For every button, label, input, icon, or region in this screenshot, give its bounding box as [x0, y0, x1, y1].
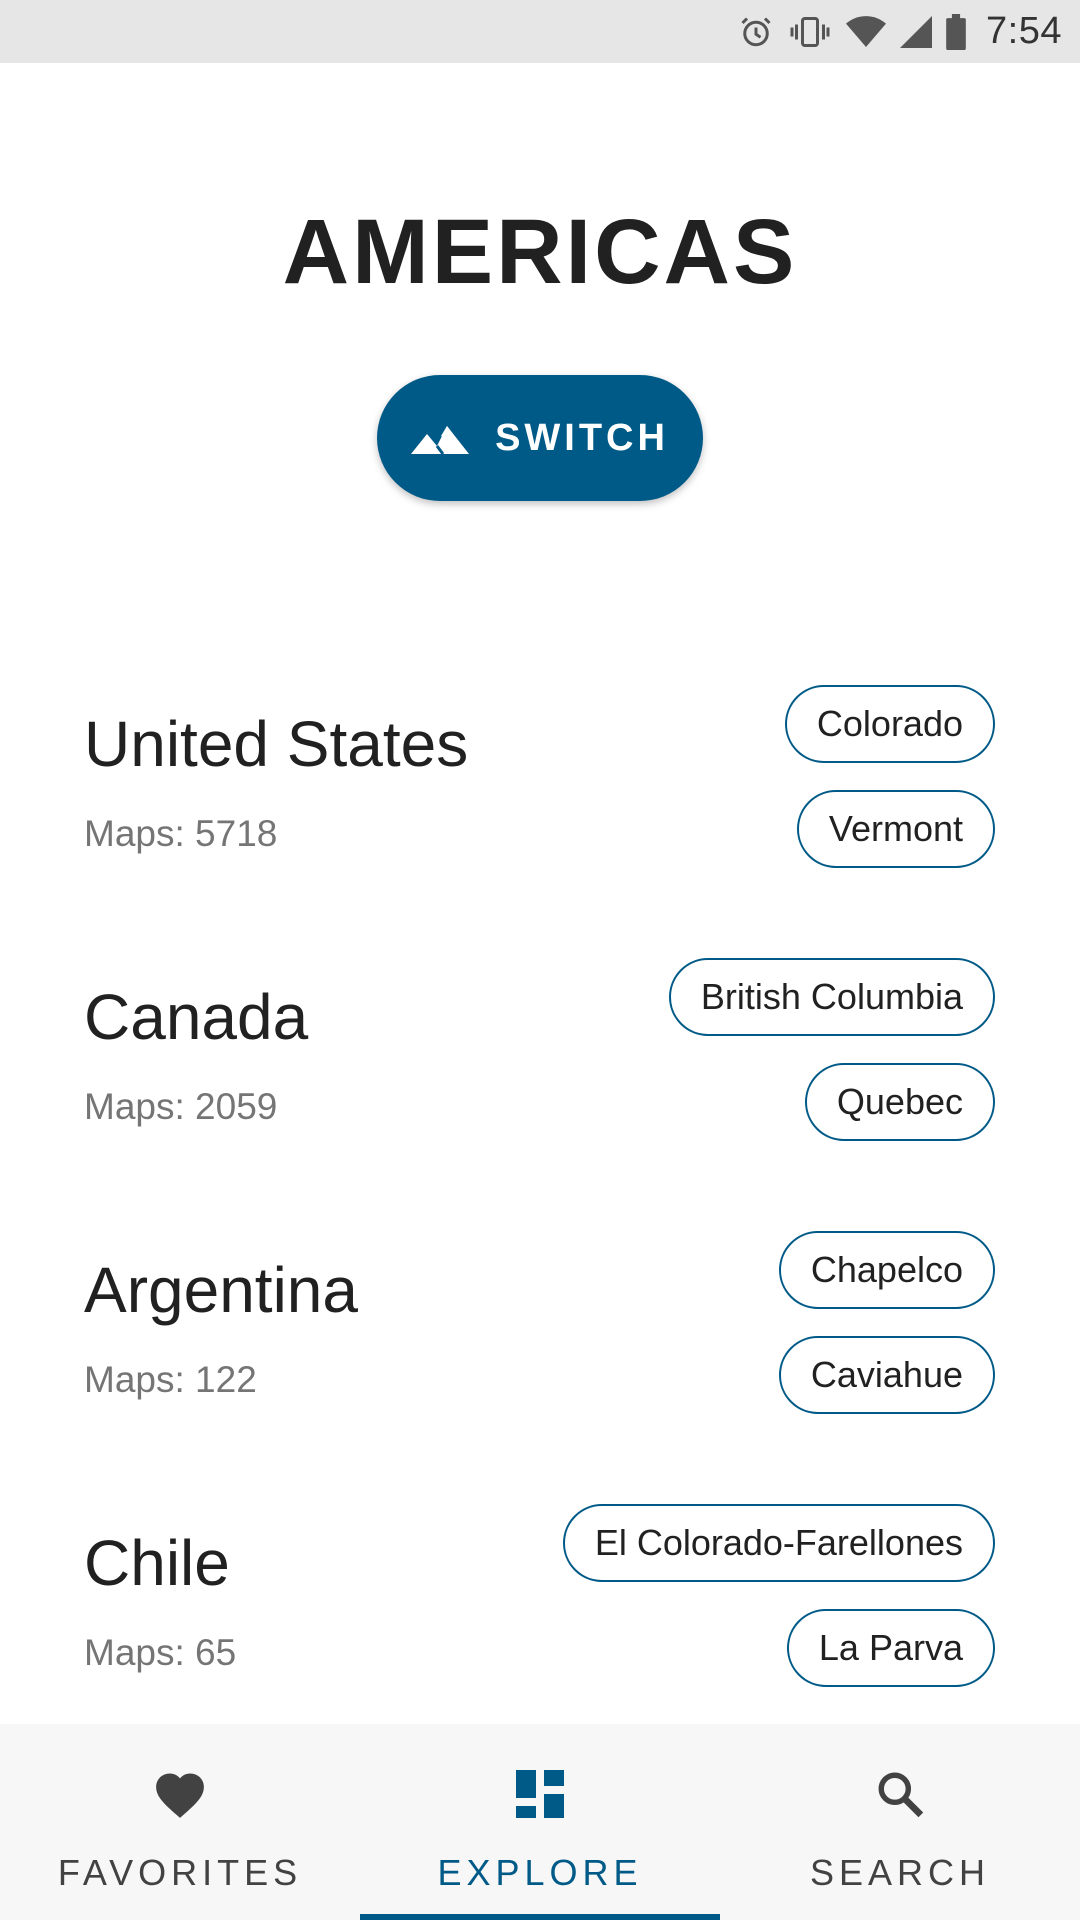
nav-label: FAVORITES — [57, 1852, 303, 1893]
nav-favorites[interactable]: FAVORITES — [0, 1724, 360, 1920]
mountain-icon — [411, 422, 470, 454]
battery-icon — [946, 13, 966, 50]
nav-search[interactable]: SEARCH — [720, 1724, 1080, 1920]
switch-button[interactable]: SWITCH — [377, 375, 703, 501]
region-chip[interactable]: Colorado — [784, 685, 995, 763]
page-title: AMERICAS — [282, 201, 798, 303]
map-count: Maps: 65 — [84, 1632, 237, 1673]
map-count: Maps: 122 — [84, 1359, 257, 1400]
switch-label: SWITCH — [495, 416, 669, 459]
region-chip[interactable]: Chapelco — [778, 1231, 995, 1309]
nav-label: SEARCH — [809, 1852, 991, 1893]
region-chip[interactable]: La Parva — [786, 1609, 995, 1687]
country-row-argentina[interactable]: Argentina Maps: 122 Chapelco Caviahue — [0, 1231, 1080, 1491]
nav-label: EXPLORE — [437, 1852, 643, 1893]
dashboard-icon — [516, 1764, 564, 1824]
vibrate-icon — [788, 14, 832, 50]
country-name: Chile — [84, 1527, 230, 1599]
map-count: Maps: 2059 — [84, 1086, 278, 1127]
bottom-nav: FAVORITES EXPLORE SEARCH — [0, 1724, 1080, 1920]
signal-icon — [900, 15, 933, 48]
wifi-icon — [846, 15, 887, 49]
heart-icon — [152, 1764, 208, 1824]
country-row-united-states[interactable]: United States Maps: 5718 Colorado Vermon… — [0, 685, 1080, 945]
country-row-canada[interactable]: Canada Maps: 2059 British Columbia Quebe… — [0, 958, 1080, 1218]
active-tab-indicator — [360, 1914, 720, 1920]
country-name: United States — [84, 708, 469, 780]
country-name: Canada — [84, 981, 309, 1053]
search-icon — [875, 1764, 925, 1824]
region-chip[interactable]: Caviahue — [778, 1336, 995, 1414]
region-chip[interactable]: Quebec — [804, 1063, 995, 1141]
region-chip[interactable]: El Colorado-Farellones — [562, 1504, 995, 1582]
status-time: 7:54 — [986, 10, 1062, 52]
country-name: Argentina — [84, 1254, 358, 1326]
status-bar: 7:54 — [0, 0, 1080, 63]
region-chip[interactable]: Vermont — [796, 790, 995, 868]
map-count: Maps: 5718 — [84, 813, 278, 854]
nav-explore[interactable]: EXPLORE — [360, 1724, 720, 1920]
alarm-icon — [738, 14, 774, 50]
region-chip[interactable]: British Columbia — [668, 958, 995, 1036]
